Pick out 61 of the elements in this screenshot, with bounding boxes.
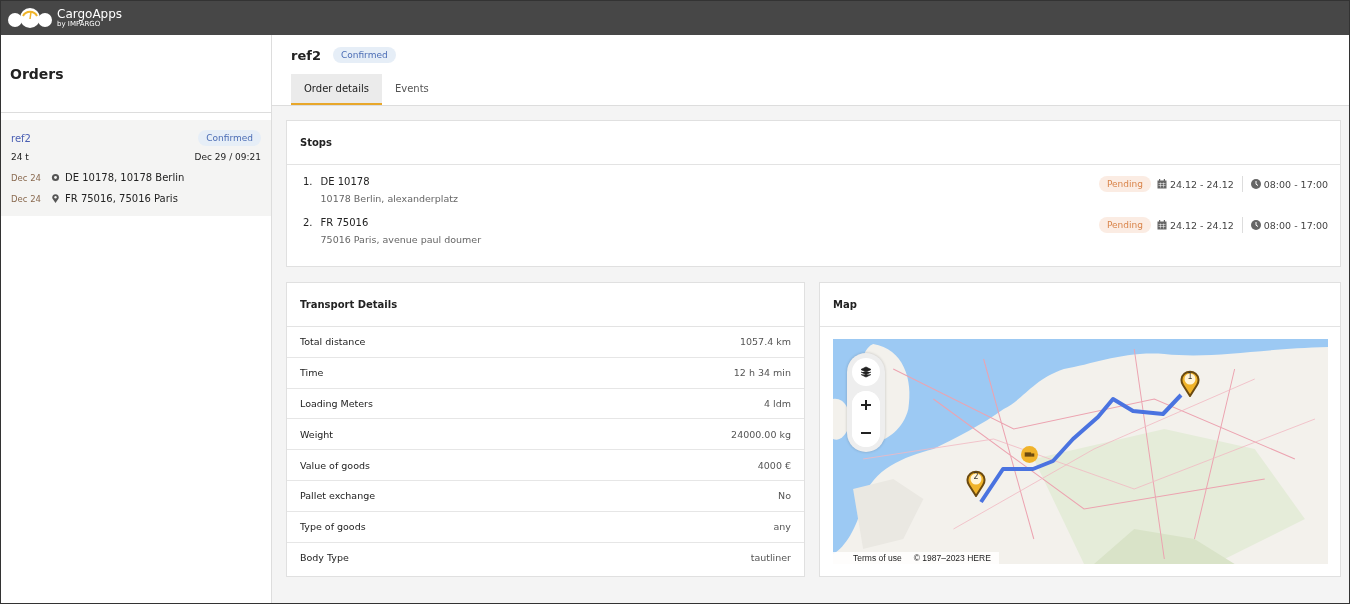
order-ref-link[interactable]: ref2: [11, 132, 31, 144]
detail-label: Time: [300, 367, 324, 379]
stop-code: DE 10178: [320, 176, 371, 187]
layers-icon: [860, 366, 872, 378]
detail-label: Type of goods: [300, 521, 366, 533]
clock-icon: [1250, 220, 1261, 230]
map-pin[interactable]: 1: [1180, 369, 1200, 397]
detail-value: tautliner: [750, 551, 791, 563]
time-window: 08:00 - 17:00: [1263, 178, 1328, 190]
brand-name: CargoApps: [57, 8, 123, 20]
date-range: 24.12 - 24.12: [1169, 178, 1234, 190]
layers-button[interactable]: [852, 358, 880, 386]
location-pin-icon: [51, 194, 60, 203]
stop-address: 75016 Paris, avenue paul doumer: [320, 234, 482, 245]
stop-place: DE 10178, 10178 Berlin: [65, 172, 185, 183]
stop-number: 1.: [303, 176, 313, 189]
map-pin[interactable]: 2: [966, 469, 986, 497]
terms-link[interactable]: Terms of use: [853, 553, 902, 563]
status-badge: Confirmed: [332, 47, 396, 63]
calendar-icon: [1156, 220, 1167, 230]
status-badge: Confirmed: [198, 130, 261, 146]
detail-value: 4000 €: [757, 459, 791, 471]
detail-value: 1057.4 km: [739, 336, 791, 348]
detail-label: Total distance: [300, 336, 366, 348]
status-badge: Pending: [1098, 217, 1151, 233]
clock-icon: [1250, 179, 1261, 189]
gauge-logo-icon: [7, 7, 53, 29]
stop-code: FR 75016: [320, 217, 370, 228]
card-title: Transport Details: [300, 299, 398, 310]
order-card[interactable]: ref2 Confirmed 24 t Dec 29 / 09:21 Dec 24 DE 10178, 10178 Berlin Dec 24 FR 75016, 75016 Paris: [1, 120, 271, 216]
status-badge: Pending: [1098, 176, 1151, 192]
stop-date: Dec 24: [11, 193, 42, 204]
copyright-text: © 1987–2023 HERE: [913, 553, 991, 563]
time-window: 08:00 - 17:00: [1263, 219, 1328, 231]
stop-number: 2.: [303, 217, 313, 230]
stop-date: Dec 24: [11, 172, 42, 183]
card-title: Stops: [300, 137, 332, 148]
origin-circle-icon: [51, 173, 60, 182]
detail-label: Body Type: [300, 551, 349, 563]
order-title: ref2: [291, 47, 321, 63]
calendar-icon: [1156, 179, 1167, 189]
detail-value: No: [778, 490, 791, 502]
plus-icon: [860, 399, 872, 411]
detail-label: Loading Meters: [300, 398, 373, 409]
order-weight: 24 t: [11, 152, 29, 162]
truck-marker-icon: [1021, 446, 1038, 463]
stop-address: 10178 Berlin, alexanderplatz: [320, 193, 458, 204]
sidebar-title: Orders: [10, 65, 64, 82]
order-datetime: Dec 29 / 09:21: [194, 152, 261, 162]
detail-value: any: [773, 521, 791, 533]
tab[interactable]: Order details: [291, 74, 382, 105]
detail-value: 4 ldm: [764, 398, 791, 409]
stop-place: FR 75016, 75016 Paris: [65, 193, 178, 204]
detail-value: 24000.00 kg: [731, 428, 791, 440]
card-title: Map: [833, 299, 857, 310]
date-range: 24.12 - 24.12: [1169, 219, 1234, 231]
detail-label: Weight: [300, 428, 334, 440]
detail-value: 12 h 34 min: [733, 367, 791, 379]
detail-label: Value of goods: [300, 459, 370, 471]
detail-label: Pallet exchange: [300, 490, 376, 502]
tab[interactable]: Events: [381, 74, 442, 105]
